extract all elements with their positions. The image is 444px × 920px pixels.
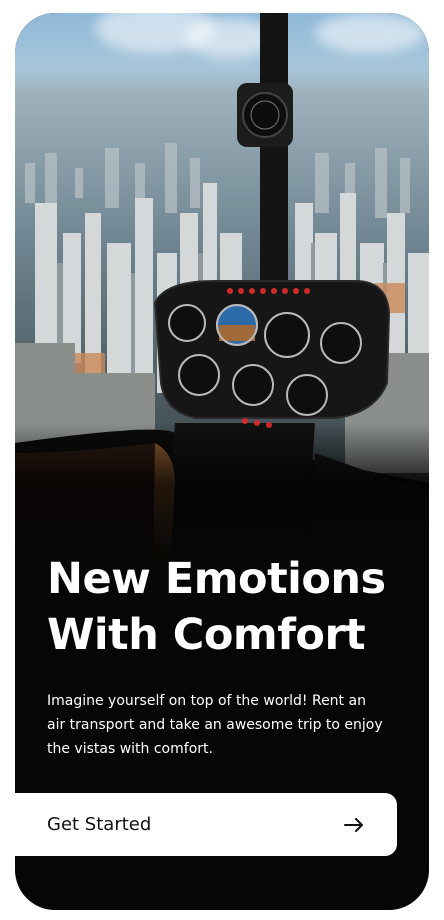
headline-line-1: New Emotions bbox=[47, 554, 386, 604]
hero-image bbox=[15, 13, 429, 573]
onboarding-screen: New Emotions With Comfort Imagine yourse… bbox=[15, 13, 429, 910]
get-started-button[interactable]: Get Started bbox=[15, 793, 397, 856]
get-started-label: Get Started bbox=[47, 814, 152, 835]
description-text: Imagine yourself on top of the world! Re… bbox=[47, 693, 383, 757]
headline-line-2: With Comfort bbox=[47, 610, 366, 660]
arrow-right-icon bbox=[343, 814, 365, 836]
headline: New Emotions With Comfort bbox=[47, 551, 407, 663]
